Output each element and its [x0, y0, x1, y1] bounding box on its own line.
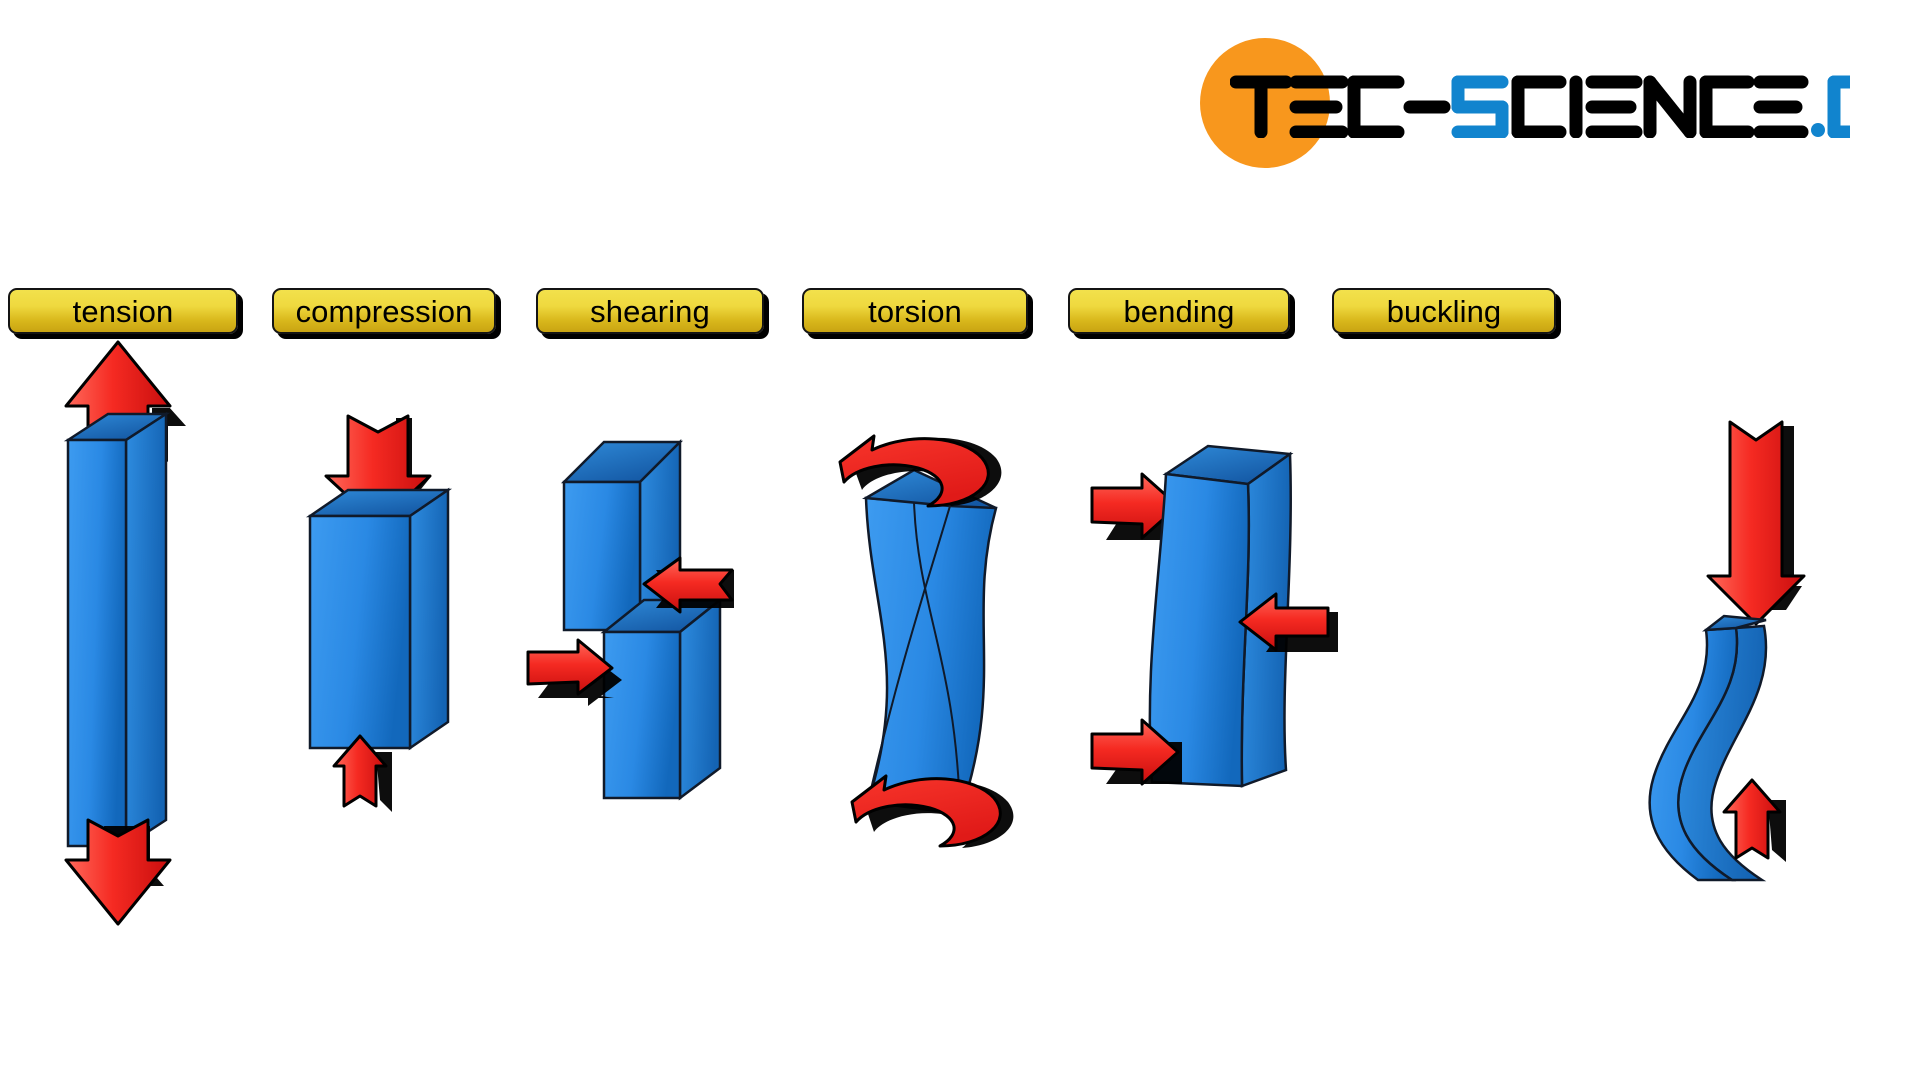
figure-torsion [810, 410, 1090, 848]
label-shearing-text: shearing [590, 293, 710, 329]
figure-compression [280, 400, 530, 840]
prism-compression-side [408, 487, 450, 751]
label-compression-text: compression [295, 293, 473, 329]
prism-shearing-lower-front [602, 630, 682, 800]
label-tension[interactable]: tension [8, 288, 238, 334]
label-bending[interactable]: bending [1068, 288, 1290, 334]
tec-science-logo [1200, 30, 1900, 170]
figure-bending [1080, 430, 1350, 810]
figure-tension [0, 330, 260, 926]
prism-compression-front [308, 514, 412, 750]
label-torsion[interactable]: torsion [802, 288, 1028, 334]
figure-buckling [1640, 410, 1880, 882]
label-buckling-text: buckling [1386, 293, 1502, 329]
prism-tension-side [124, 411, 168, 849]
logo-wordmark-svg [1230, 75, 1850, 138]
logo-wordmark [1230, 75, 1850, 138]
figure-shearing [520, 420, 780, 820]
prism-shearing-lower-side [678, 597, 722, 801]
label-torsion-text: torsion [868, 293, 962, 329]
prism-torsion-body [864, 496, 998, 816]
prism-tension-front [66, 438, 128, 848]
label-tension-text: tension [72, 293, 174, 329]
label-buckling[interactable]: buckling [1332, 288, 1556, 334]
label-shearing[interactable]: shearing [536, 288, 764, 334]
diagram-canvas: tension compression shearing torsion ben… [0, 0, 1920, 1080]
label-compression[interactable]: compression [272, 288, 496, 334]
prism-shearing-upper-front [562, 480, 642, 632]
label-bending-text: bending [1123, 293, 1235, 329]
